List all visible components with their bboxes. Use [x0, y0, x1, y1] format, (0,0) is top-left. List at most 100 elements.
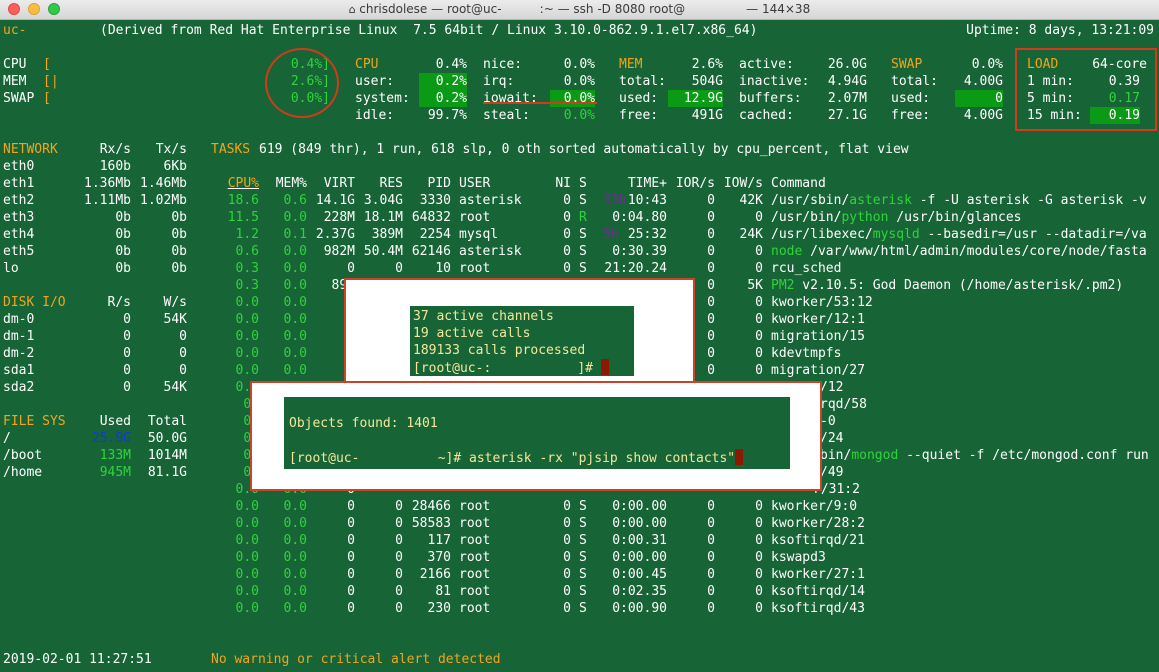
- fs-total: 50.0G: [147, 431, 187, 446]
- cpu-stat-value: 0.0%: [550, 90, 595, 107]
- annotation-box: [1015, 48, 1157, 131]
- process-mem: 0.0: [283, 295, 307, 310]
- command-path: bin/: [820, 448, 852, 463]
- network-tx: 1.46Mb: [140, 176, 187, 191]
- process-iow: 0: [755, 584, 763, 599]
- process-user: root: [459, 261, 491, 276]
- network-tx: 0b: [171, 261, 187, 276]
- command-path: migration/27: [771, 363, 865, 378]
- process-iow: 0: [755, 244, 763, 259]
- cpu-title: CPU: [355, 57, 379, 72]
- command-path: kswapd3: [771, 550, 826, 565]
- process-command: /usr/sbin/asterisk -f -U asterisk -G ast…: [771, 192, 1147, 209]
- disk-device: sda2: [3, 380, 35, 395]
- network-tx: 6Kb: [163, 159, 187, 174]
- process-iow: 0: [755, 567, 763, 582]
- fs-mount: /boot: [3, 448, 43, 463]
- process-command: migration/15: [771, 328, 865, 345]
- process-pid: 81: [435, 584, 451, 599]
- terminal-popup-window[interactable]: 37 active channels 19 active calls 189133 …: [344, 278, 695, 388]
- swap-stat-value: 4.00G: [963, 108, 1003, 123]
- quicklook-label: MEM: [3, 74, 27, 89]
- network-col-header: Rx/s: [99, 142, 131, 157]
- network-tx: 0b: [171, 227, 187, 242]
- disk-write: 0: [179, 329, 187, 344]
- process-iow: 24K: [739, 227, 763, 242]
- disk-read: 0: [123, 329, 131, 344]
- annotation-underline: [483, 102, 597, 104]
- process-command: ksoftirqd/14: [771, 583, 865, 600]
- process-iow: 0: [755, 210, 763, 225]
- process-ni: 0: [563, 193, 571, 208]
- process-iow: 0: [755, 261, 763, 276]
- process-ni: 0: [563, 567, 571, 582]
- process-time-hours: 33h: [603, 193, 627, 208]
- process-cpu: 0.: [189, 413, 259, 430]
- network-interface: lo: [3, 261, 19, 276]
- cpu-stat-label: idle:: [355, 108, 395, 123]
- process-user: mysql: [459, 227, 499, 242]
- disk-read: 0: [123, 380, 131, 395]
- swap-title: SWAP: [891, 57, 923, 72]
- process-ni: 0: [563, 261, 571, 276]
- process-command: kworker/27:1: [771, 566, 865, 583]
- process-pid: 10: [435, 261, 451, 276]
- mem-stat-label: total:: [619, 74, 666, 89]
- network-rx: 1.36Mb: [84, 176, 131, 191]
- command-path: rcu_sched: [771, 261, 842, 276]
- process-iow: 42K: [739, 193, 763, 208]
- process-user: root: [459, 601, 491, 616]
- command-path: kworker/27:1: [771, 567, 865, 582]
- network-tx: 0b: [171, 244, 187, 259]
- tasks-title: TASKS: [211, 142, 251, 157]
- process-user: root: [459, 499, 491, 514]
- process-user: asterisk: [459, 193, 522, 208]
- network-interface: eth0: [3, 159, 35, 174]
- process-iow: 0: [755, 295, 763, 310]
- mem-stat-label: free:: [619, 108, 659, 123]
- swap-stat-label: free:: [891, 108, 931, 123]
- process-user: root: [459, 533, 491, 548]
- cpu-stat-label: steal:: [483, 108, 530, 123]
- process-ni: 0: [563, 584, 571, 599]
- command-args: /var/www/html/admin/modules/core/node/fa…: [802, 244, 1147, 259]
- disk-read: 0: [123, 363, 131, 378]
- command-args: --quiet -f /etc/mongod.conf run: [898, 448, 1149, 463]
- process-command: kworker/12:1: [771, 311, 865, 328]
- network-interface: eth5: [3, 244, 35, 259]
- cpu-stat-value: 0.2%: [419, 90, 467, 107]
- process-cpu: 0.: [189, 447, 259, 464]
- asterisk-status-line: 37 active channels: [413, 309, 554, 324]
- command-path: rqd/58: [820, 397, 867, 412]
- swap-stat-value: 0: [955, 90, 1003, 107]
- command-name: mongod: [851, 448, 899, 463]
- mem-stat-value: 12.9G: [668, 90, 723, 107]
- process-ni: 0: [563, 210, 571, 225]
- command-name: asterisk: [849, 193, 912, 208]
- window-title: chrisdolese — root@uc- :~ — ssh -D 8080 …: [359, 2, 811, 16]
- process-pid: 62146: [411, 244, 451, 259]
- asterisk-status-line: 19 active calls: [413, 326, 531, 341]
- disk-read: 0: [123, 346, 131, 361]
- process-user: root: [459, 550, 491, 565]
- process-pid: 117: [427, 533, 451, 548]
- shell-prompt[interactable]: [root@uc- ~]# asterisk -rx "pjsip show c…: [289, 449, 744, 467]
- shell-prompt[interactable]: [root@uc-: ]#: [413, 359, 609, 377]
- mem-stat-value: 27.1G: [827, 108, 867, 123]
- process-ni: 0: [563, 244, 571, 259]
- disk-write: 54K: [163, 312, 187, 327]
- process-user: root: [459, 516, 491, 531]
- process-iow: 0: [755, 516, 763, 531]
- terminal-screen[interactable]: uc- (Derived from Red Hat Enterprise Linu…: [0, 20, 1159, 672]
- process-ni: 0: [563, 499, 571, 514]
- terminal-popup-window[interactable]: Objects found: 1401 [root@uc- ~]# asteris…: [250, 381, 822, 491]
- mem-stat-value: 491G: [691, 108, 723, 123]
- command-path: ksoftirqd/21: [771, 533, 865, 548]
- command-path: kdevtmpfs: [771, 346, 842, 361]
- process-iow: 0: [755, 533, 763, 548]
- swap-percent: 0.0%: [971, 57, 1003, 72]
- command-name: node: [771, 244, 803, 259]
- mem-stat-label: cached:: [739, 108, 794, 123]
- process-ni: 0: [563, 516, 571, 531]
- network-interface: eth1: [3, 176, 35, 191]
